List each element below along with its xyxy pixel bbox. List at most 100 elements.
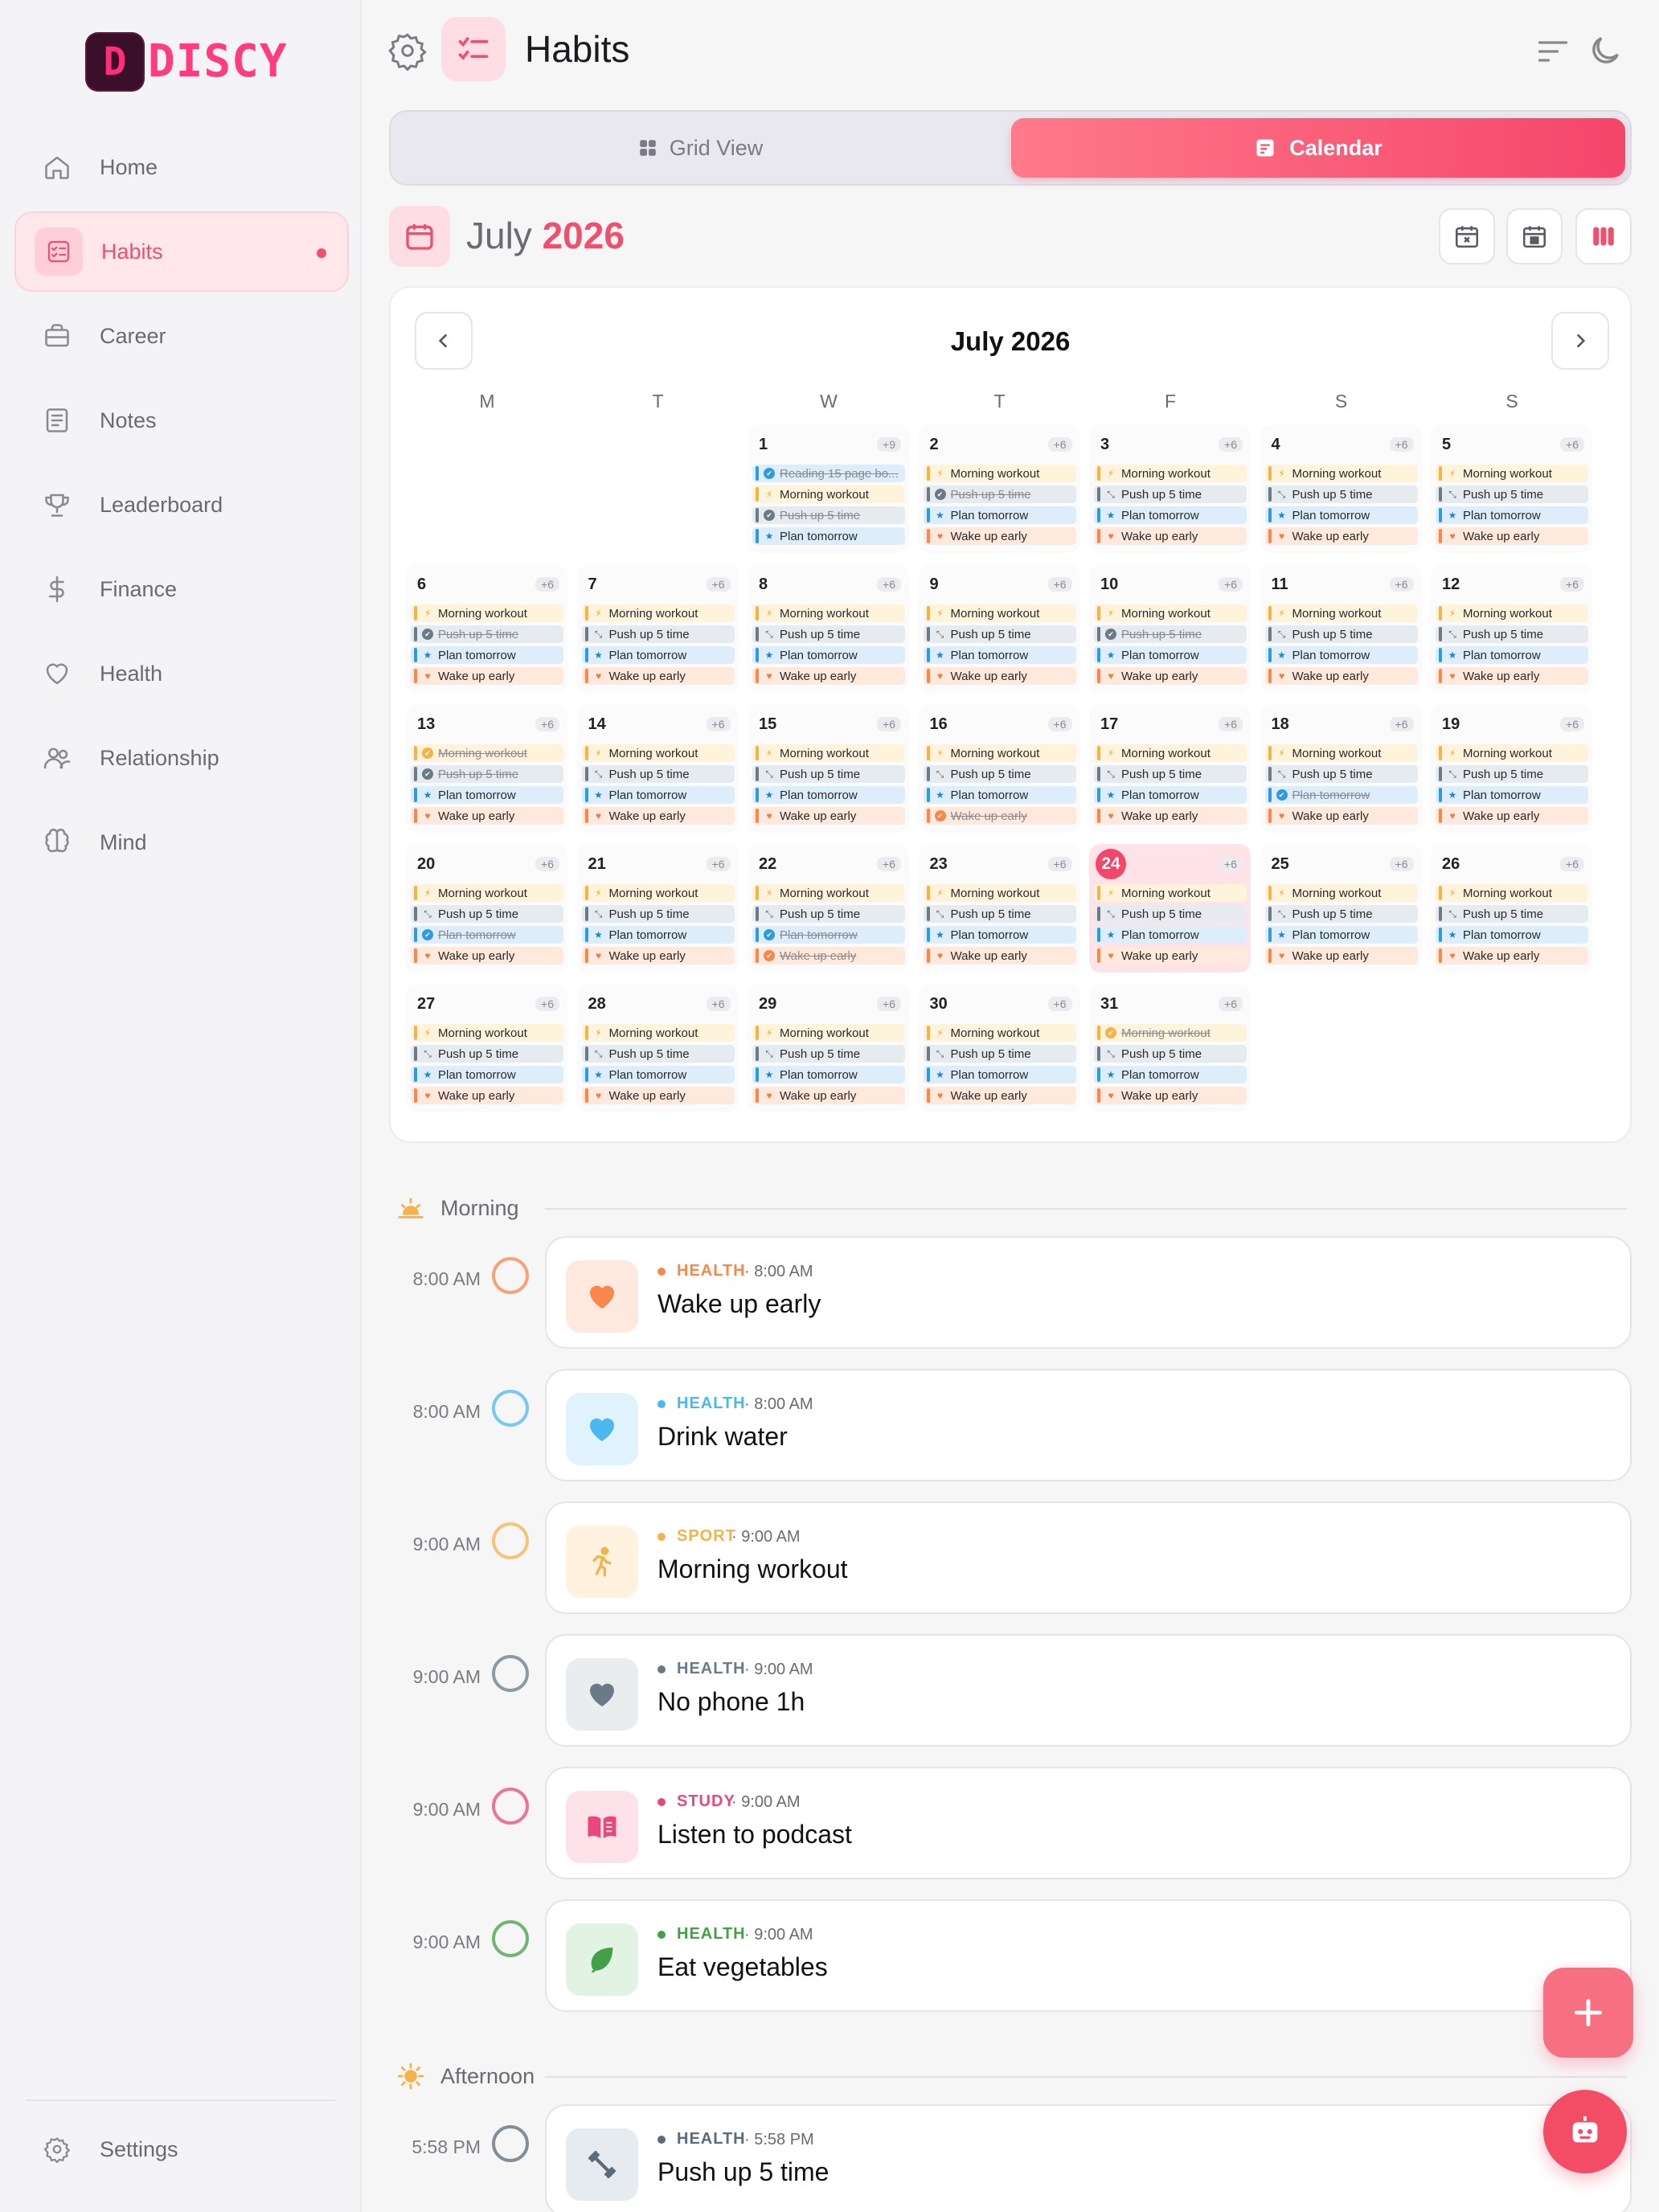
calendar-event[interactable]: ♥ Wake up early xyxy=(1264,947,1418,965)
calendar-event[interactable]: ⤡ Push up 5 time xyxy=(1436,765,1588,783)
calendar-event[interactable]: ⚡ Morning workout xyxy=(411,604,563,622)
calendar-day-cell[interactable]: 17 +6 ⚡ Morning workout ⤡ Push up 5 time ★ Plan… xyxy=(1089,704,1251,833)
more-events-badge[interactable]: +6 xyxy=(1389,577,1414,592)
calendar-event[interactable]: ✔ Morning workout xyxy=(1094,1024,1247,1042)
calendar-event[interactable]: ✔ Push up 5 time xyxy=(752,506,905,524)
calendar-event[interactable]: ★ Plan tomorrow xyxy=(1264,646,1418,664)
calendar-day-cell[interactable]: 14 +6 ⚡ Morning workout ⤡ Push up 5 time ★ Plan… xyxy=(576,704,739,833)
calendar-event[interactable]: ⚡ Morning workout xyxy=(752,604,905,622)
column-view-button[interactable] xyxy=(1575,208,1632,264)
calendar-event[interactable]: ⚡ Morning workout xyxy=(1264,604,1418,622)
calendar-event[interactable]: ★ Plan tomorrow xyxy=(1436,786,1588,804)
calendar-event[interactable]: ⚡ Morning workout xyxy=(1264,465,1418,482)
calendar-day-cell[interactable]: 4 +6 ⚡ Morning workout ⤡ Push up 5 time ★ Plan … xyxy=(1260,424,1422,553)
calendar-day-cell[interactable]: 31 +6 ✔ Morning workout ⤡ Push up 5 time ★ Plan… xyxy=(1089,984,1251,1112)
more-events-badge[interactable]: +6 xyxy=(1047,857,1072,871)
calendar-event[interactable]: ♥ Wake up early xyxy=(1436,947,1588,965)
calendar-event[interactable]: ⚡ Morning workout xyxy=(752,744,905,762)
habit-complete-checkbox[interactable] xyxy=(492,1655,529,1692)
calendar-day-cell[interactable]: 7 +6 ⚡ Morning workout ⤡ Push up 5 time ★ Plan … xyxy=(576,564,739,693)
calendar-day-cell[interactable]: 8 +6 ⚡ Morning workout ⤡ Push up 5 time ★ Plan … xyxy=(748,564,909,693)
more-events-badge[interactable]: +6 xyxy=(1047,997,1072,1011)
calendar-event[interactable]: ★ Plan tomorrow xyxy=(1436,506,1588,524)
more-events-badge[interactable]: +6 xyxy=(877,857,901,871)
calendar-event[interactable]: ✔ Plan tomorrow xyxy=(1264,786,1418,804)
calendar-day-cell[interactable]: 30 +6 ⚡ Morning workout ⤡ Push up 5 time ★ Plan… xyxy=(918,984,1080,1112)
calendar-event[interactable]: ⤡ Push up 5 time xyxy=(581,1045,735,1063)
sidebar-item-health[interactable]: Health xyxy=(14,633,349,714)
calendar-event[interactable]: ♥ Wake up early xyxy=(1264,667,1418,685)
calendar-event[interactable]: ⤡ Push up 5 time xyxy=(752,765,905,783)
calendar-event[interactable]: ★ Plan tomorrow xyxy=(752,786,905,804)
calendar-event[interactable]: ★ Plan tomorrow xyxy=(1436,646,1588,664)
calendar-event[interactable]: ★ Plan tomorrow xyxy=(752,527,905,545)
calendar-event[interactable]: ⚡ Morning workout xyxy=(923,884,1076,902)
calendar-event[interactable]: ★ Plan tomorrow xyxy=(411,786,563,804)
calendar-event[interactable]: ★ Plan tomorrow xyxy=(411,646,563,664)
calendar-event[interactable]: ⤡ Push up 5 time xyxy=(752,905,905,923)
habit-card[interactable]: HEALTH · 8:00 AM Drink water xyxy=(545,1369,1632,1481)
today-button[interactable] xyxy=(1506,208,1563,264)
calendar-event[interactable]: ⚡ Morning workout xyxy=(1436,604,1588,622)
more-events-badge[interactable]: +6 xyxy=(535,577,559,592)
calendar-event[interactable]: ⚡ Morning workout xyxy=(1094,465,1247,482)
more-events-badge[interactable]: +6 xyxy=(535,857,559,871)
calendar-event[interactable]: ⚡ Morning workout xyxy=(752,485,905,503)
habit-complete-checkbox[interactable] xyxy=(492,1257,529,1294)
calendar-event[interactable]: ♥ Wake up early xyxy=(1094,807,1247,825)
calendar-event[interactable]: ⚡ Morning workout xyxy=(752,1024,905,1042)
calendar-event[interactable]: ♥ Wake up early xyxy=(1436,527,1588,545)
calendar-day-cell[interactable]: 9 +6 ⚡ Morning workout ⤡ Push up 5 time ★ Plan … xyxy=(918,564,1080,693)
calendar-event[interactable]: ✔ Push up 5 time xyxy=(1094,625,1247,643)
calendar-day-cell[interactable]: 10 +6 ⚡ Morning workout ✔ Push up 5 time ★ Plan… xyxy=(1089,564,1251,693)
calendar-event[interactable]: ⤡ Push up 5 time xyxy=(1436,905,1588,923)
calendar-event[interactable]: ✔ Wake up early xyxy=(752,947,905,965)
calendar-day-cell[interactable]: 5 +6 ⚡ Morning workout ⤡ Push up 5 time ★ Plan … xyxy=(1431,424,1592,553)
habit-complete-checkbox[interactable] xyxy=(492,2125,529,2162)
calendar-event[interactable]: ♥ Wake up early xyxy=(752,807,905,825)
calendar-event[interactable]: ★ Plan tomorrow xyxy=(923,506,1076,524)
calendar-event[interactable]: ★ Plan tomorrow xyxy=(581,926,735,944)
calendar-event[interactable]: ★ Plan tomorrow xyxy=(581,786,735,804)
more-events-badge[interactable]: +6 xyxy=(1047,437,1072,452)
calendar-event[interactable]: ⤡ Push up 5 time xyxy=(1264,905,1418,923)
habit-card[interactable]: STUDY · 9:00 AM Listen to podcast xyxy=(545,1767,1632,1879)
calendar-event[interactable]: ★ Plan tomorrow xyxy=(581,1066,735,1083)
calendar-event[interactable]: ⤡ Push up 5 time xyxy=(752,625,905,643)
more-events-badge[interactable]: +6 xyxy=(535,997,559,1011)
calendar-day-cell[interactable]: 12 +6 ⚡ Morning workout ⤡ Push up 5 time ★ Plan… xyxy=(1431,564,1592,693)
more-events-badge[interactable]: +6 xyxy=(1219,577,1243,592)
calendar-event[interactable]: ★ Plan tomorrow xyxy=(581,646,735,664)
calendar-event[interactable]: ♥ Wake up early xyxy=(923,667,1076,685)
calendar-event[interactable]: ★ Plan tomorrow xyxy=(1436,926,1588,944)
calendar-event[interactable]: ★ Plan tomorrow xyxy=(1094,926,1247,944)
calendar-day-cell[interactable]: 1 +9 ✔ Reading 15 page bo... ⚡ Morning workou… xyxy=(748,424,909,553)
calendar-day-cell[interactable]: 28 +6 ⚡ Morning workout ⤡ Push up 5 time ★ Plan… xyxy=(576,984,739,1112)
calendar-day-cell[interactable]: 29 +6 ⚡ Morning workout ⤡ Push up 5 time ★ Plan… xyxy=(748,984,909,1112)
sidebar-item-finance[interactable]: Finance xyxy=(14,549,349,629)
calendar-event[interactable]: ★ Plan tomorrow xyxy=(923,646,1076,664)
calendar-event[interactable]: ⤡ Push up 5 time xyxy=(923,625,1076,643)
more-events-badge[interactable]: +6 xyxy=(1560,437,1584,452)
calendar-event[interactable]: ⚡ Morning workout xyxy=(411,1024,563,1042)
calendar-event[interactable]: ⤡ Push up 5 time xyxy=(752,1045,905,1063)
calendar-event[interactable]: ★ Plan tomorrow xyxy=(923,926,1076,944)
calendar-event[interactable]: ⚡ Morning workout xyxy=(1436,465,1588,482)
more-events-badge[interactable]: +6 xyxy=(1389,437,1414,452)
calendar-day-cell[interactable]: 6 +6 ⚡ Morning workout ✔ Push up 5 time ★ Plan … xyxy=(406,564,567,693)
calendar-event[interactable]: ✔ Plan tomorrow xyxy=(752,926,905,944)
habit-card[interactable]: SPORT · 9:00 AM Morning workout xyxy=(545,1501,1632,1614)
calendar-event[interactable]: ♥ Wake up early xyxy=(1094,527,1247,545)
calendar-event[interactable]: ⚡ Morning workout xyxy=(1436,884,1588,902)
sidebar-item-career[interactable]: Career xyxy=(14,296,349,376)
more-events-badge[interactable]: +6 xyxy=(535,717,559,731)
calendar-event[interactable]: ♥ Wake up early xyxy=(411,667,563,685)
calendar-event[interactable]: ♥ Wake up early xyxy=(411,1087,563,1104)
calendar-event[interactable]: ⤡ Push up 5 time xyxy=(1094,1045,1247,1063)
calendar-event[interactable]: ★ Plan tomorrow xyxy=(1094,506,1247,524)
calendar-event[interactable]: ⤡ Push up 5 time xyxy=(581,905,735,923)
calendar-event[interactable]: ⚡ Morning workout xyxy=(1094,744,1247,762)
calendar-event[interactable]: ♥ Wake up early xyxy=(1264,807,1418,825)
more-events-badge[interactable]: +6 xyxy=(706,857,731,871)
calendar-event[interactable]: ★ Plan tomorrow xyxy=(1264,506,1418,524)
